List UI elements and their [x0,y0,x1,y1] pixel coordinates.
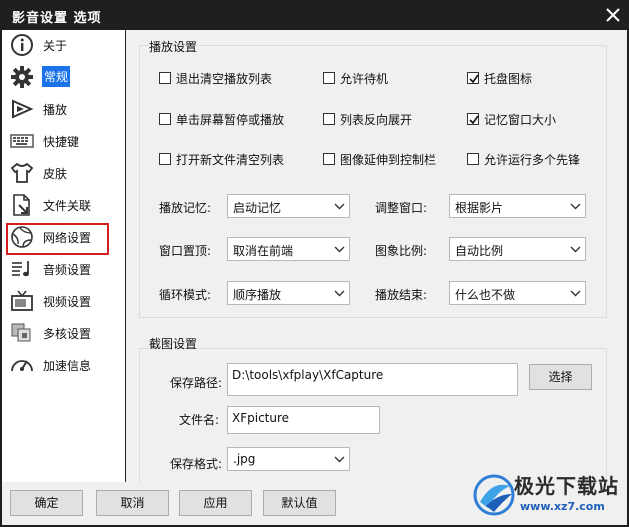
sidebar-item-label: 多核设置 [43,327,92,341]
watermark-url: www.xz7.com [520,500,605,513]
ok-button[interactable]: 确定 [10,490,83,516]
speedometer-icon [9,353,35,377]
sidebar-item-label: 皮肤 [43,167,68,181]
save-format-label: 保存格式: [170,457,223,471]
sidebar-item-label: 加速信息 [43,359,92,373]
watermark-logo-icon [473,474,515,516]
chevron-down-icon [334,246,345,253]
checkbox-label: 记忆窗口大小 [484,113,557,127]
checkbox-box[interactable] [323,153,335,165]
capture-group-title: 截图设置 [149,335,200,352]
sidebar: 关于 常规 播放 快捷键 皮肤 文件关联 网络设置 音频设置 视频设置 多核设置… [2,30,125,482]
sidebar-item-multicore[interactable]: 多核设置 [2,318,125,348]
title-bar: 影音设置 选项 [0,0,629,30]
default-button[interactable]: 默认值 [263,490,336,516]
sidebar-item-about[interactable]: 关于 [2,30,125,60]
chevron-down-icon [334,203,345,210]
watermark: 极光下载站 www.xz7.com [472,468,624,524]
sidebar-item-playback[interactable]: 播放 [2,94,125,124]
chevron-down-icon [334,290,345,297]
chevron-down-icon [570,203,581,210]
checkbox-label: 打开新文件清空列表 [176,153,285,167]
window-on-top-label: 窗口置顶: [159,244,212,258]
cancel-button[interactable]: 取消 [96,490,169,516]
playback-end-select[interactable]: 什么也不做 [449,281,586,305]
checkbox-box[interactable] [467,113,479,125]
checkbox-box[interactable] [323,113,335,125]
settings-window: 影音设置 选项 关于 常规 播放 快捷键 皮肤 文件关联 网络设置 音频设置 视… [0,0,629,527]
audio-icon [9,257,35,281]
apply-button[interactable]: 应用 [179,490,252,516]
sidebar-item-video[interactable]: 视频设置 [2,286,125,316]
play-icon [9,97,35,121]
file-link-icon [9,193,35,217]
checkbox-box[interactable] [467,72,479,84]
shirt-icon [9,161,35,185]
aspect-ratio-label: 图象比例: [375,244,428,258]
close-button[interactable] [601,3,625,27]
window-title: 影音设置 选项 [12,11,102,26]
browse-button[interactable]: 选择 [529,364,592,390]
sidebar-item-label: 网络设置 [43,231,92,245]
sidebar-item-label: 快捷键 [43,135,80,149]
checkbox-label: 图像延伸到控制栏 [340,153,437,167]
playback-group-title: 播放设置 [149,38,200,55]
checkbox-box[interactable] [323,72,335,84]
playback-memory-label: 播放记忆: [159,201,212,215]
sidebar-item-hotkeys[interactable]: 快捷键 [2,126,125,156]
tv-icon [9,289,35,313]
checkbox-label: 允许待机 [340,72,389,86]
close-icon [606,8,620,22]
multicore-icon [9,321,35,345]
sidebar-item-label: 视频设置 [43,295,92,309]
save-path-label: 保存路径: [170,376,223,390]
gear-icon [9,65,35,89]
window-on-top-select[interactable]: 取消在前端 [227,237,350,261]
loop-mode-select[interactable]: 顺序播放 [227,281,350,305]
checkmark-icon [469,115,479,125]
playback-memory-select[interactable]: 启动记忆 [227,194,350,218]
adjust-window-select[interactable]: 根据影片 [449,194,586,218]
filename-label: 文件名: [179,413,220,427]
sidebar-item-label: 常规 [42,66,71,87]
loop-mode-label: 循环模式: [159,288,212,302]
info-icon [9,33,35,57]
checkbox-label: 托盘图标 [484,72,533,86]
network-icon [9,225,35,249]
sidebar-item-label: 播放 [43,103,68,117]
save-format-select[interactable]: .jpg [227,447,350,471]
checkbox-label: 单击屏幕暂停或播放 [176,113,285,127]
checkbox-box[interactable] [467,153,479,165]
chevron-down-icon [570,246,581,253]
playback-end-label: 播放结束: [375,288,428,302]
keyboard-icon [9,129,35,153]
checkbox-label: 允许运行多个先锋 [484,153,581,167]
checkbox-box[interactable] [159,113,171,125]
chevron-down-icon [570,290,581,297]
checkbox-label: 退出清空播放列表 [176,72,273,86]
sidebar-item-general[interactable]: 常规 [2,62,125,92]
watermark-text: 极光下载站 [514,474,619,498]
sidebar-item-skin[interactable]: 皮肤 [2,158,125,188]
checkbox-label: 列表反向展开 [340,113,413,127]
checkbox-box[interactable] [159,153,171,165]
checkmark-icon [469,74,479,84]
settings-panel: 播放设置 退出清空播放列表 允许待机 托盘图标 单击屏幕暂停或播放 列表反向展开… [126,30,627,488]
sidebar-item-label: 音频设置 [43,263,92,277]
sidebar-item-network[interactable]: 网络设置 [2,222,125,252]
sidebar-item-audio[interactable]: 音频设置 [2,254,125,284]
chevron-down-icon [334,456,345,463]
sidebar-item-label: 关于 [43,39,68,53]
save-path-input[interactable]: D:\tools\xfplay\XfCapture [227,363,518,396]
sidebar-item-acceleration[interactable]: 加速信息 [2,350,125,380]
sidebar-item-label: 文件关联 [43,199,92,213]
checkbox-box[interactable] [159,72,171,84]
sidebar-item-file-association[interactable]: 文件关联 [2,190,125,220]
aspect-ratio-select[interactable]: 自动比例 [449,237,586,261]
filename-input[interactable]: XFpicture [227,406,380,434]
adjust-window-label: 调整窗口: [375,201,428,215]
